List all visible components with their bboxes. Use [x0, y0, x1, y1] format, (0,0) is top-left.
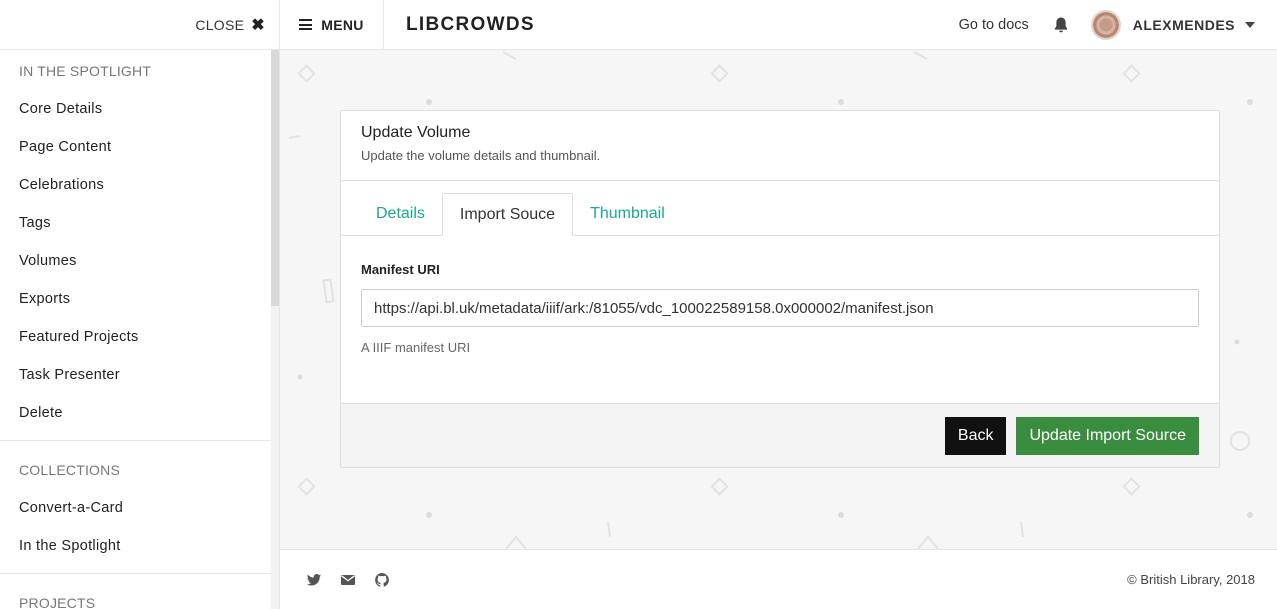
close-sidebar-button[interactable]: CLOSE ✖ [195, 15, 265, 35]
update-volume-card: Update Volume Update the volume details … [340, 110, 1220, 468]
close-icon: ✖ [251, 16, 265, 34]
sidebar-scrollbar-thumb[interactable] [271, 50, 279, 306]
manifest-uri-label: Manifest URI [361, 262, 440, 277]
docs-link[interactable]: Go to docs [959, 17, 1029, 33]
sidebar-item-convert-a-card[interactable]: Convert-a-Card [0, 489, 272, 527]
sidebar-item-celebrations[interactable]: Celebrations [0, 166, 272, 204]
sidebar-item-exports[interactable]: Exports [0, 280, 272, 318]
sidebar-item-delete[interactable]: Delete [0, 394, 272, 432]
close-label: CLOSE [195, 16, 245, 33]
sidebar-item-in-the-spotlight[interactable]: In the Spotlight [0, 527, 272, 565]
card-footer: Back Update Import Source [341, 403, 1219, 467]
sidebar-item-task-presenter[interactable]: Task Presenter [0, 356, 272, 394]
hamburger-icon [299, 19, 313, 30]
brand-logo[interactable]: LIBCROWDS [406, 14, 535, 36]
sidebar-scrollbar[interactable] [271, 50, 279, 609]
update-import-source-button[interactable]: Update Import Source [1016, 416, 1199, 455]
sidebar-header: CLOSE ✖ [0, 0, 279, 50]
section-heading-projects: PROJECTS [19, 595, 96, 609]
sidebar-divider [0, 440, 272, 441]
tab-import-source[interactable]: Import Souce [441, 193, 574, 236]
sidebar-item-featured-projects[interactable]: Featured Projects [0, 318, 272, 356]
card-header: Update Volume Update the volume details … [341, 111, 1219, 181]
user-area: Go to docs ALEXMENDES [959, 0, 1277, 50]
github-icon[interactable] [374, 572, 390, 588]
twitter-icon[interactable] [306, 572, 322, 588]
page-footer: © British Library, 2018 [280, 549, 1277, 609]
back-button[interactable]: Back [944, 416, 1007, 455]
username[interactable]: ALEXMENDES [1133, 17, 1235, 33]
avatar[interactable] [1090, 9, 1121, 40]
section-heading-collections: COLLECTIONS [19, 462, 120, 478]
menu-button[interactable]: MENU [280, 0, 384, 50]
tab-bar: Details Import Souce Thumbnail [341, 181, 1219, 236]
tab-thumbnail[interactable]: Thumbnail [573, 193, 682, 235]
sidebar: CLOSE ✖ IN THE SPOTLIGHT Core Details Pa… [0, 0, 280, 609]
sidebar-item-page-content[interactable]: Page Content [0, 128, 272, 166]
copyright-text: © British Library, 2018 [1127, 572, 1255, 587]
menu-label: MENU [321, 16, 364, 33]
card-body: Manifest URI A IIIF manifest URI [341, 236, 1219, 406]
page-title: Update Volume [361, 124, 471, 141]
section-heading-spotlight: IN THE SPOTLIGHT [19, 63, 152, 79]
manifest-uri-input[interactable] [361, 289, 1199, 327]
page-subtitle: Update the volume details and thumbnail. [361, 148, 601, 163]
manifest-uri-help: A IIIF manifest URI [361, 340, 471, 355]
sidebar-nav: IN THE SPOTLIGHT Core Details Page Conte… [0, 50, 272, 609]
chevron-down-icon[interactable] [1245, 21, 1255, 28]
bell-icon[interactable] [1053, 16, 1069, 34]
sidebar-item-tags[interactable]: Tags [0, 204, 272, 242]
tab-details[interactable]: Details [359, 193, 442, 235]
main-content: Update Volume Update the volume details … [280, 50, 1277, 549]
social-links [306, 572, 390, 588]
top-navbar: MENU LIBCROWDS Go to docs ALEXMENDES [280, 0, 1277, 50]
sidebar-item-volumes[interactable]: Volumes [0, 242, 272, 280]
sidebar-divider [0, 573, 272, 574]
mail-icon[interactable] [340, 572, 356, 588]
sidebar-item-core-details[interactable]: Core Details [0, 90, 272, 128]
